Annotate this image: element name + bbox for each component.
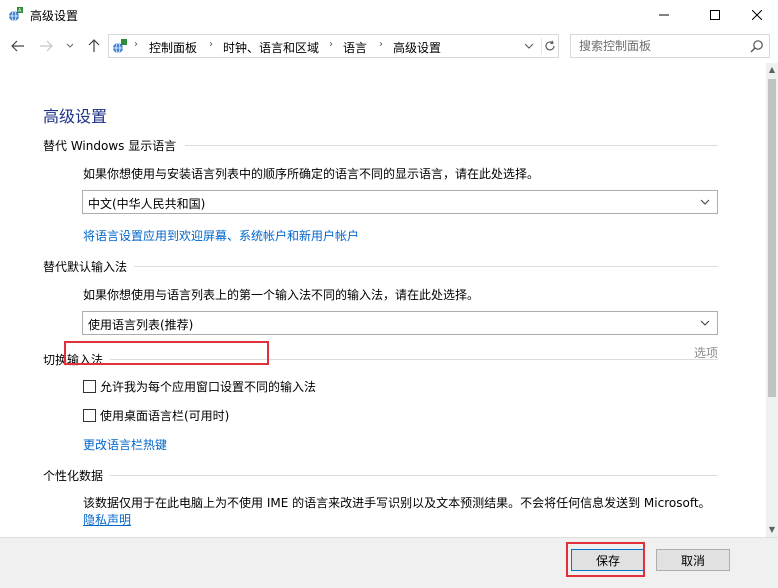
refresh-button[interactable] [541, 38, 557, 54]
display-language-description: 如果你想使用与安装语言列表中的顺序所确定的语言不同的显示语言，请在此处选择。 [83, 167, 540, 181]
per-app-input-checkbox[interactable] [83, 379, 96, 393]
highlight-annotation [566, 542, 645, 577]
up-button[interactable] [86, 38, 102, 54]
control-panel-icon [113, 39, 127, 54]
svg-text:A: A [18, 8, 22, 14]
chevron-right-icon[interactable]: › [329, 39, 333, 50]
chevron-down-icon [700, 199, 710, 205]
refresh-icon [545, 40, 555, 51]
apply-language-settings-link[interactable]: 将语言设置应用到欢迎屏幕、系统帐户和新用户帐户 [83, 227, 359, 244]
arrow-right-icon [40, 40, 53, 52]
section-divider [110, 475, 718, 476]
desktop-language-bar-checkbox-row[interactable]: 使用桌面语言栏(可用时) [83, 407, 229, 423]
control-panel-icon: A [9, 7, 23, 22]
display-language-select[interactable]: 中文(中华人民共和国) [82, 190, 718, 214]
title-bar: A 高级设置 [0, 0, 778, 30]
minimize-icon [659, 14, 669, 16]
section-heading-input-method: 替代默认输入法 [43, 260, 128, 274]
maximize-icon [710, 10, 720, 20]
highlight-annotation [64, 341, 269, 365]
privacy-statement-link[interactable]: 隐私声明 [83, 511, 131, 528]
search-icon[interactable] [750, 39, 764, 53]
window-title: 高级设置 [30, 9, 79, 23]
breadcrumb-language[interactable]: 语言 [343, 39, 367, 56]
close-button[interactable] [734, 0, 778, 30]
change-hotkey-link[interactable]: 更改语言栏热键 [83, 436, 167, 453]
scroll-thumb[interactable] [768, 79, 776, 397]
personalization-description: 该数据仅用于在此电脑上为不使用 IME 的语言来改进手写识别以及文本预测结果。不… [83, 496, 711, 510]
cancel-button[interactable]: 取消 [656, 549, 730, 571]
section-heading-display-language: 替代 Windows 显示语言 [43, 139, 177, 153]
back-button[interactable] [10, 38, 26, 54]
page-title: 高级设置 [43, 107, 108, 126]
minimize-button[interactable] [641, 0, 687, 30]
chevron-right-icon[interactable]: › [134, 39, 138, 50]
input-method-description: 如果你想使用与语言列表上的第一个输入法不同的输入法，请在此处选择。 [83, 288, 480, 302]
dialog-footer: 保存 取消 [0, 537, 778, 588]
input-method-select[interactable]: 使用语言列表(推荐) [82, 311, 718, 335]
chevron-right-icon[interactable]: › [209, 39, 213, 50]
chevron-down-icon [66, 43, 74, 48]
arrow-up-icon [88, 39, 100, 52]
recent-locations-button[interactable] [62, 38, 78, 54]
close-icon [752, 10, 762, 20]
search-box[interactable] [570, 34, 770, 58]
breadcrumb-advanced-settings[interactable]: 高级设置 [393, 39, 441, 56]
vertical-scrollbar[interactable]: ▲ ▼ [766, 63, 778, 537]
maximize-button[interactable] [692, 0, 738, 30]
per-app-input-checkbox-row[interactable]: 允许我为每个应用窗口设置不同的输入法 [83, 378, 316, 394]
breadcrumb-clock-language-region[interactable]: 时钟、语言和区域 [223, 39, 319, 56]
scroll-up-arrow-icon[interactable]: ▲ [766, 65, 778, 77]
scroll-down-arrow-icon[interactable]: ▼ [766, 525, 778, 537]
display-language-select-value: 中文(中华人民共和国) [88, 197, 206, 211]
input-method-select-value: 使用语言列表(推荐) [88, 318, 194, 332]
address-history-button[interactable] [522, 39, 536, 53]
arrow-left-icon [11, 40, 24, 52]
search-input[interactable] [579, 38, 739, 54]
section-divider [185, 145, 718, 146]
address-bar[interactable]: › 控制面板 › 时钟、语言和区域 › 语言 › 高级设置 [108, 34, 559, 58]
per-app-input-label[interactable]: 允许我为每个应用窗口设置不同的输入法 [100, 378, 316, 395]
breadcrumb-control-panel[interactable]: 控制面板 [149, 39, 197, 56]
main-content: 高级设置 替代 Windows 显示语言 如果你想使用与安装语言列表中的顺序所确… [0, 63, 766, 537]
desktop-language-bar-checkbox[interactable] [83, 408, 96, 422]
section-divider [134, 266, 718, 267]
desktop-language-bar-label[interactable]: 使用桌面语言栏(可用时) [100, 407, 229, 424]
language-bar-options-link[interactable]: 选项 [694, 344, 718, 361]
section-heading-personalization: 个性化数据 [43, 469, 104, 483]
forward-button[interactable] [38, 38, 54, 54]
chevron-down-icon [524, 43, 534, 49]
chevron-right-icon[interactable]: › [379, 39, 383, 50]
chevron-down-icon [700, 320, 710, 326]
